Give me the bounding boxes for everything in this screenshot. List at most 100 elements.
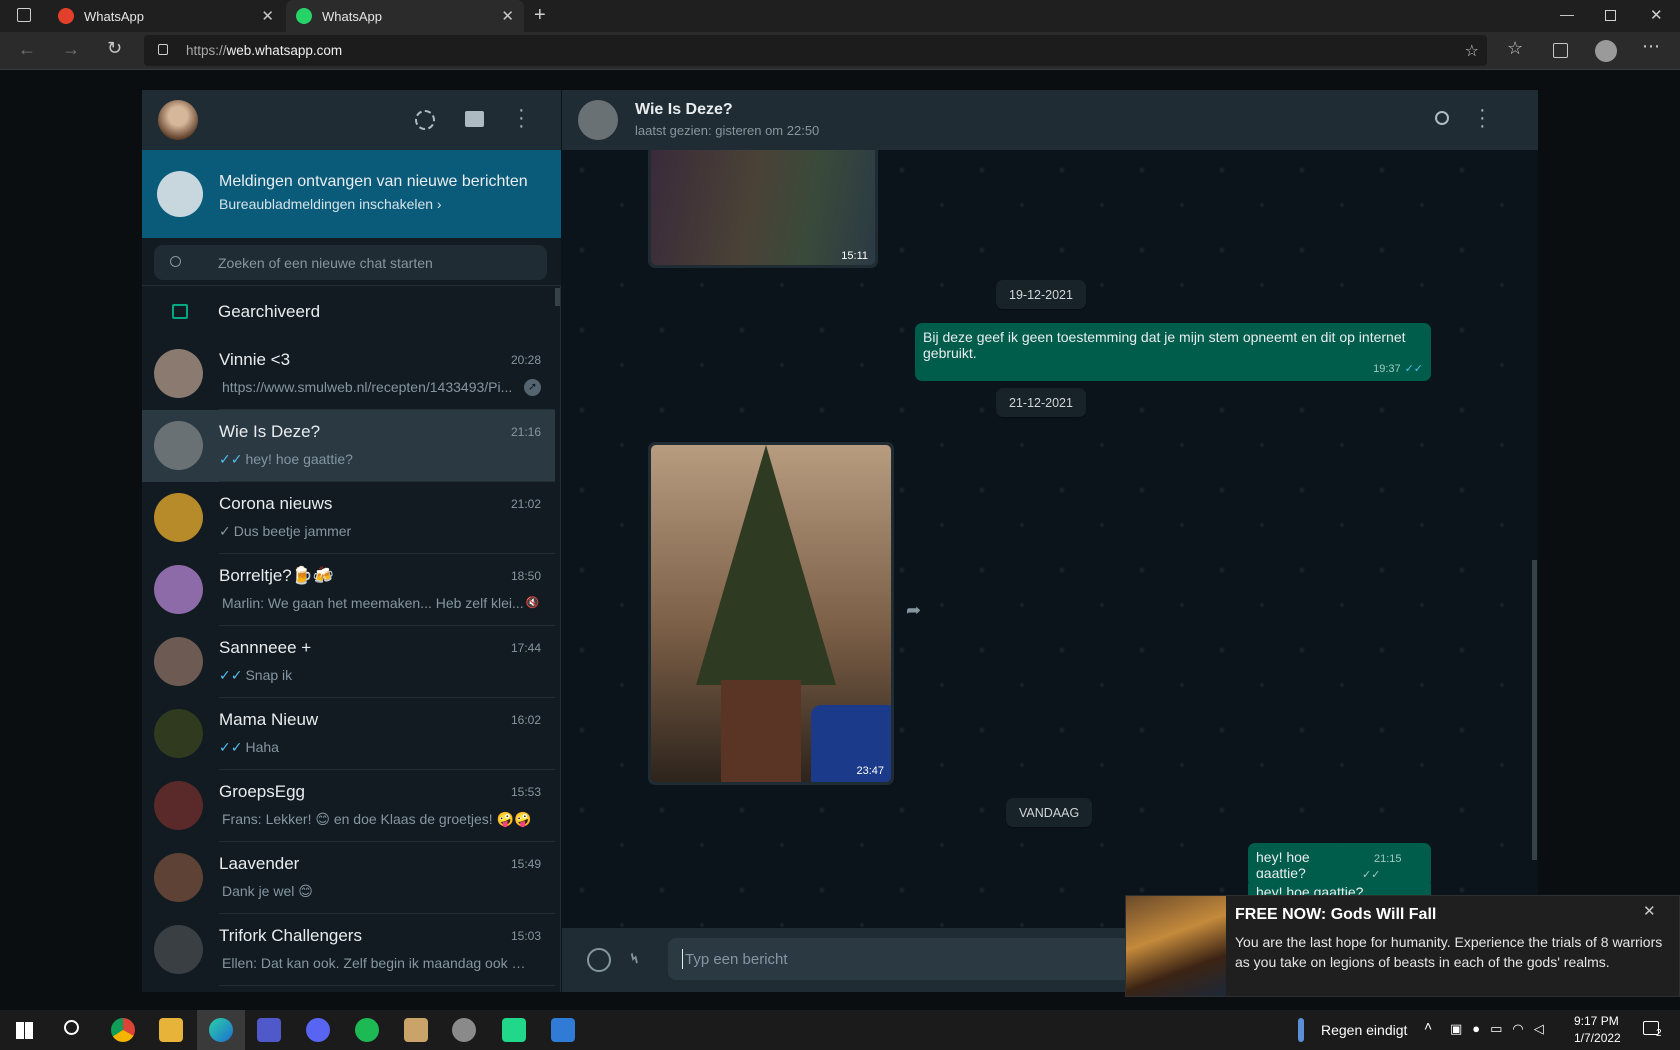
more-options-icon[interactable]: ⋯ bbox=[1642, 36, 1660, 57]
close-tab-icon[interactable]: ✕ bbox=[501, 7, 514, 25]
gods-will-fall-thumbnail bbox=[1126, 896, 1226, 996]
search-input[interactable]: Zoeken of een nieuwe chat starten bbox=[154, 245, 547, 280]
tab-actions-icon[interactable] bbox=[17, 8, 31, 22]
address-bar-row: ← → ↻ https://web.whatsapp.com ☆ ☆ ⋯ bbox=[0, 32, 1680, 70]
chat-avatar bbox=[154, 565, 203, 614]
tree-shape bbox=[696, 445, 836, 685]
browser-tab-2[interactable]: WhatsApp ✕ bbox=[286, 0, 524, 32]
start-button[interactable] bbox=[16, 1022, 33, 1039]
notification-link[interactable]: Bureaubladmeldingen inschakelen › bbox=[219, 196, 442, 212]
clock-time[interactable]: 9:17 PM bbox=[1574, 1014, 1619, 1028]
date-label: 21-12-2021 bbox=[1009, 395, 1073, 410]
contact-avatar[interactable] bbox=[578, 100, 618, 140]
image-time: 23:47 bbox=[856, 765, 884, 777]
toast-close-icon[interactable]: ✕ bbox=[1643, 902, 1656, 920]
chat-preview-text: Dank je wel 😊 bbox=[222, 883, 313, 899]
edge-icon[interactable] bbox=[209, 1018, 233, 1042]
favorites-icon[interactable]: ☆ bbox=[1507, 38, 1523, 59]
contact-name: Wie Is Deze? bbox=[635, 101, 733, 118]
chat-row[interactable]: Laavender 15:49 Dank je wel 😊 bbox=[142, 842, 555, 914]
profile-avatar[interactable] bbox=[1595, 40, 1617, 62]
photos-icon[interactable] bbox=[551, 1018, 575, 1042]
chat-preview: Frans: Lekker! 😊 en doe Klaas de groetje… bbox=[219, 811, 535, 828]
chat-preview: Marlin: We gaan het meemaken... Heb zelf… bbox=[219, 595, 535, 611]
notification-banner[interactable]: Meldingen ontvangen van nieuwe berichten… bbox=[142, 150, 561, 238]
chat-avatar bbox=[154, 925, 203, 974]
clock-date[interactable]: 1/7/2022 bbox=[1574, 1031, 1621, 1045]
url-host: web.whatsapp.com bbox=[226, 43, 343, 58]
image-message[interactable]: 15:11 bbox=[648, 150, 878, 268]
lock-icon bbox=[158, 44, 168, 55]
chat-name: Laavender bbox=[219, 854, 300, 873]
chat-preview-text: Frans: Lekker! 😊 en doe Klaas de groetje… bbox=[222, 811, 532, 827]
new-tab-button[interactable]: + bbox=[534, 4, 546, 27]
chat-row[interactable]: Sannneee + 17:44 ✓✓ Snap ik bbox=[142, 626, 555, 698]
new-chat-icon[interactable] bbox=[465, 111, 484, 127]
spotify-icon[interactable] bbox=[355, 1018, 379, 1042]
attach-icon[interactable]: ⌁ bbox=[621, 944, 648, 972]
chat-time: 20:28 bbox=[510, 353, 541, 367]
chat-row[interactable]: Borreltje?🍺🍻 18:50 Marlin: We gaan het mee… bbox=[142, 554, 555, 626]
chat-avatar bbox=[154, 781, 203, 830]
paint-icon[interactable] bbox=[404, 1018, 428, 1042]
chat-row[interactable]: Vinnie <3 20:28 https://www.smulweb.nl/rec… bbox=[142, 338, 555, 410]
weather-text[interactable]: Regen eindigt bbox=[1321, 1022, 1407, 1038]
archived-row[interactable]: Gearchiveerd bbox=[142, 286, 555, 338]
file-explorer-icon[interactable] bbox=[159, 1018, 183, 1042]
tray-chevron-icon[interactable]: ˄ bbox=[1424, 1018, 1432, 1034]
tray-icons[interactable]: ▣●▭◠◁ bbox=[1450, 1021, 1554, 1037]
my-avatar[interactable] bbox=[158, 100, 198, 140]
refresh-icon[interactable]: ↻ bbox=[107, 38, 122, 59]
chat-row[interactable]: Mama Nieuw 16:02 ✓✓ Haha bbox=[142, 698, 555, 770]
chat-row[interactable]: Corona nieuws 21:02 ✓ Dus beetje jammer bbox=[142, 482, 555, 554]
forward-icon[interactable]: ➦ bbox=[906, 600, 921, 621]
search-taskbar-icon[interactable] bbox=[64, 1020, 79, 1035]
app-icon[interactable] bbox=[452, 1018, 476, 1042]
teams-icon[interactable] bbox=[257, 1018, 281, 1042]
chat-divider bbox=[219, 985, 555, 986]
conversation-menu-icon[interactable]: · · · bbox=[1479, 100, 1486, 136]
conversation-header[interactable]: Wie Is Deze? laatst gezien: gisteren om … bbox=[562, 90, 1538, 150]
message-text: Bij deze geef ik geen toestemming dat je… bbox=[923, 329, 1406, 361]
chat-preview: https://www.smulweb.nl/recepten/1433493/… bbox=[219, 379, 535, 395]
tab-title: WhatsApp bbox=[84, 8, 144, 24]
whatsapp-app: · · · Meldingen ontvangen van nieuwe beric… bbox=[142, 90, 1538, 992]
chat-row[interactable]: Trifork Challengers 15:03 Ellen: Dat kan o… bbox=[142, 914, 555, 986]
outgoing-message[interactable]: Bij deze geef ik geen toestemming dat je… bbox=[915, 323, 1431, 381]
sidebar-scrollbar[interactable] bbox=[555, 288, 560, 306]
chat-preview: Dank je wel 😊 bbox=[219, 883, 535, 900]
sidebar: · · · Meldingen ontvangen van nieuwe beric… bbox=[142, 90, 561, 992]
chat-time: 16:02 bbox=[510, 713, 541, 727]
chat-row[interactable]: Wie Is Deze? 21:16 ✓✓ hey! hoe gaattie? bbox=[142, 410, 555, 482]
maximize-button[interactable] bbox=[1605, 10, 1616, 21]
chat-name: GroepsEgg bbox=[219, 782, 305, 801]
read-ticks-icon: ✓✓ bbox=[1404, 363, 1423, 375]
pinned-icon: ➚ bbox=[524, 379, 541, 396]
image-message[interactable]: 23:47 bbox=[648, 442, 894, 785]
search-conversation-icon[interactable] bbox=[1435, 111, 1449, 125]
chat-time: 21:02 bbox=[510, 497, 541, 511]
conversation-scrollbar[interactable] bbox=[1532, 560, 1537, 860]
game-notification-toast[interactable]: FREE NOW: Gods Will Fall You are the las… bbox=[1125, 895, 1680, 997]
chrome-icon[interactable] bbox=[111, 1018, 135, 1042]
close-window-button[interactable]: ✕ bbox=[1650, 6, 1663, 24]
input-cursor bbox=[682, 949, 683, 969]
emoji-icon[interactable] bbox=[587, 948, 611, 972]
browser-tab-1[interactable]: WhatsApp ✕ bbox=[48, 0, 284, 32]
pycharm-icon[interactable] bbox=[502, 1018, 526, 1042]
back-icon[interactable]: ← bbox=[18, 39, 36, 60]
minimize-button[interactable]: — bbox=[1560, 6, 1574, 22]
chat-preview-text: Ellen: Dat kan ook. Zelf begin ik maanda… bbox=[222, 955, 535, 971]
forward-icon[interactable]: → bbox=[62, 39, 80, 60]
url-input[interactable]: https://web.whatsapp.com ☆ bbox=[144, 35, 1487, 66]
collections-icon[interactable] bbox=[1553, 43, 1568, 58]
add-favorite-icon[interactable]: ☆ bbox=[1465, 41, 1479, 61]
conversation-panel: Wie Is Deze? laatst gezien: gisteren om … bbox=[562, 90, 1538, 992]
close-tab-icon[interactable]: ✕ bbox=[261, 7, 274, 25]
message-area[interactable]: 15:11 19-12-2021 Bij deze geef ik geen t… bbox=[562, 150, 1538, 928]
status-icon[interactable] bbox=[415, 110, 435, 130]
menu-icon[interactable]: · · · bbox=[518, 100, 525, 136]
toast-title: FREE NOW: Gods Will Fall bbox=[1235, 906, 1437, 923]
discord-icon[interactable] bbox=[306, 1018, 330, 1042]
chat-row[interactable]: GroepsEgg 15:53 Frans: Lekker! 😊 en doe Kl… bbox=[142, 770, 555, 842]
